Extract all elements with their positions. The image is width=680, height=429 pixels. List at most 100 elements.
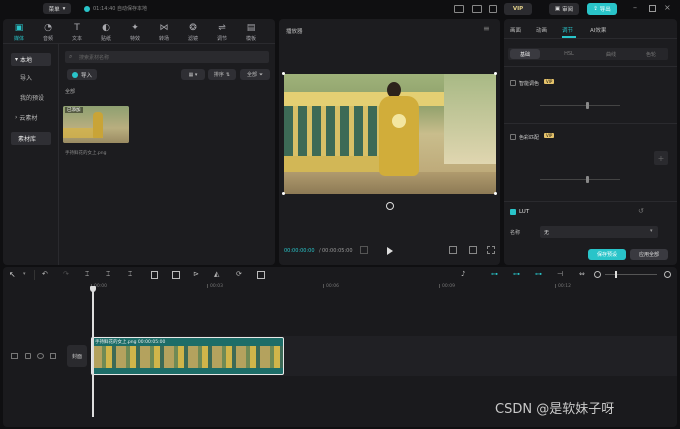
track-visibility-icon[interactable] [37,353,44,359]
maximize-icon[interactable] [649,5,656,12]
auto-snap-icon[interactable]: ⊶ [513,270,520,278]
track-lock-icon[interactable] [11,353,18,359]
intensity-slider-thumb[interactable] [586,102,589,109]
video-clip[interactable]: 手持鲜花的女上.png 00:00:05:00 [91,337,284,375]
select-tool-icon[interactable]: ↖ [9,270,16,279]
subtab-wheel[interactable]: 色轮 [636,49,666,59]
smart-color-checkbox[interactable] [510,80,516,86]
freeze-frame-icon[interactable] [172,271,180,279]
vip-button[interactable]: VIP [504,3,532,15]
zoom-slider-thumb[interactable] [615,271,617,278]
reset-icon[interactable]: ↺ [638,207,644,215]
rotate-clip-icon[interactable]: ⟳ [236,270,242,278]
track-audio-icon[interactable] [50,353,56,359]
sort-button[interactable]: 排序 ⇅ [208,69,236,80]
lut-checkbox[interactable] [510,209,516,215]
crop-handle[interactable] [494,72,497,75]
color-match-checkbox[interactable] [510,134,516,140]
zoom-out-icon[interactable] [594,271,601,278]
crop-handle[interactable] [282,192,285,195]
player-menu-icon[interactable]: ≡ [483,24,490,33]
media-panel: ▣ 媒体 ◔ 音频 T 文本 ◐ 贴纸 ✦ 特效 ⋈ 转场 ❂ 滤镜 ⇌ 调节 ▤ 模板 ▾ 本地 导入 我的预设 … [3,19,275,265]
apply-all-button[interactable]: 应用全部 [630,249,668,260]
shortcut-icon[interactable] [472,5,482,13]
sidebar-item-import[interactable]: 导入 [11,71,51,84]
media-item-thumbnail[interactable]: 已添加 [63,106,129,143]
zoom-in-icon[interactable] [664,271,671,278]
sidebar-item-presets[interactable]: 我的预设 [11,91,51,104]
undo-icon[interactable]: ↶ [42,270,48,278]
match-slider-thumb[interactable] [586,176,589,183]
sidebar-item-library[interactable]: 素材库 [11,132,51,145]
tab-adjust[interactable]: 调节 [562,26,573,34]
reverse-icon[interactable]: ⊳ [193,270,199,278]
tool-transition[interactable]: ⋈ 转场 [154,22,174,44]
split-icon[interactable]: ⌶ [85,270,89,279]
sidebar-item-cloud[interactable]: › 云素材 [11,111,51,124]
close-icon[interactable]: × [664,3,671,12]
filter-button[interactable]: 全部 ⏷ [240,69,270,80]
tool-adjust[interactable]: ⇌ 调节 [212,22,232,44]
sidebar-item-local[interactable]: ▾ 本地 [11,53,51,66]
subtab-curve[interactable]: 曲线 [596,49,626,59]
linkage-icon[interactable]: ⊶ [535,270,542,278]
rotate-icon[interactable] [386,202,394,210]
tool-sticker[interactable]: ◐ 贴纸 [96,22,116,44]
subtab-hsl[interactable]: HSL [554,49,584,59]
tool-filter[interactable]: ❂ 滤镜 [183,22,203,44]
add-reference-button[interactable]: + [654,151,668,165]
timecode-icon[interactable] [360,246,368,254]
menu-button[interactable]: 菜单 ▾ [43,3,71,14]
vip-badge: VIP [544,79,555,84]
fullscreen-icon[interactable] [487,246,495,254]
tool-template[interactable]: ▤ 模板 [241,22,261,44]
track-lock-alt-icon[interactable] [25,353,31,359]
view-mode-button[interactable]: ▦ ▾ [181,69,205,80]
tab-ai-effects[interactable]: AI效果 [590,26,606,34]
tool-audio[interactable]: ◔ 音频 [38,22,58,44]
microphone-icon[interactable]: ♪ [461,270,465,278]
lut-select[interactable]: 无 ▾ [540,226,658,238]
layout-icon[interactable] [454,5,464,13]
fit-icon[interactable] [449,246,457,254]
timeline-ruler[interactable]: 00:00 00:03 00:06 00:09 00:12 [91,284,677,294]
crop-handle[interactable] [494,192,497,195]
preview-video[interactable] [284,74,496,194]
zoom-slider-track[interactable] [605,274,657,275]
review-button[interactable]: ▣ 审阅 [549,3,579,15]
tool-label: 媒体 [13,36,24,42]
crop-icon[interactable] [257,271,265,279]
split-right-icon[interactable]: ⌶ [128,270,132,279]
minimize-icon[interactable]: – [633,3,637,12]
ratio-icon[interactable] [469,246,477,254]
delete-icon[interactable] [151,271,158,279]
redo-icon[interactable]: ↷ [63,270,69,278]
match-slider-track[interactable] [540,179,620,180]
playhead-line[interactable] [92,291,94,417]
zoom-fit-icon[interactable]: ⇔ [579,270,585,278]
play-icon[interactable] [387,247,393,255]
crop-handle[interactable] [282,72,285,75]
import-button[interactable]: 导入 [67,69,97,80]
preview-axis-icon[interactable]: ⊣ [557,270,563,278]
split-left-icon[interactable]: ⌶ [106,270,110,279]
subtab-basic[interactable]: 基础 [510,49,540,59]
save-preset-button[interactable]: 保存预设 [588,249,626,260]
export-button[interactable]: ⇪ 导出 [587,3,617,15]
settings-icon[interactable] [489,5,497,13]
template-icon: ▤ [246,23,256,33]
tab-animation[interactable]: 动画 [536,26,547,34]
sidebar-item-label: 云素材 [19,115,38,122]
cover-button[interactable]: 封面 [67,345,87,367]
tool-media[interactable]: ▣ 媒体 [9,22,29,44]
apply-all-label: 应用全部 [638,252,659,258]
tab-picture[interactable]: 画面 [510,26,521,34]
chevron-down-icon[interactable]: ▾ [23,271,26,277]
mirror-icon[interactable]: ◭ [214,270,219,278]
tool-text[interactable]: T 文本 [67,22,87,44]
search-input[interactable]: ⌕ 搜索素材名称 [65,51,269,63]
autosave-status: 01:14:40 自动保存本地 [93,6,148,12]
main-track-magnet-icon[interactable]: ⊶ [491,270,498,278]
tool-effects[interactable]: ✦ 特效 [125,22,145,44]
intensity-slider-track[interactable] [540,105,620,106]
